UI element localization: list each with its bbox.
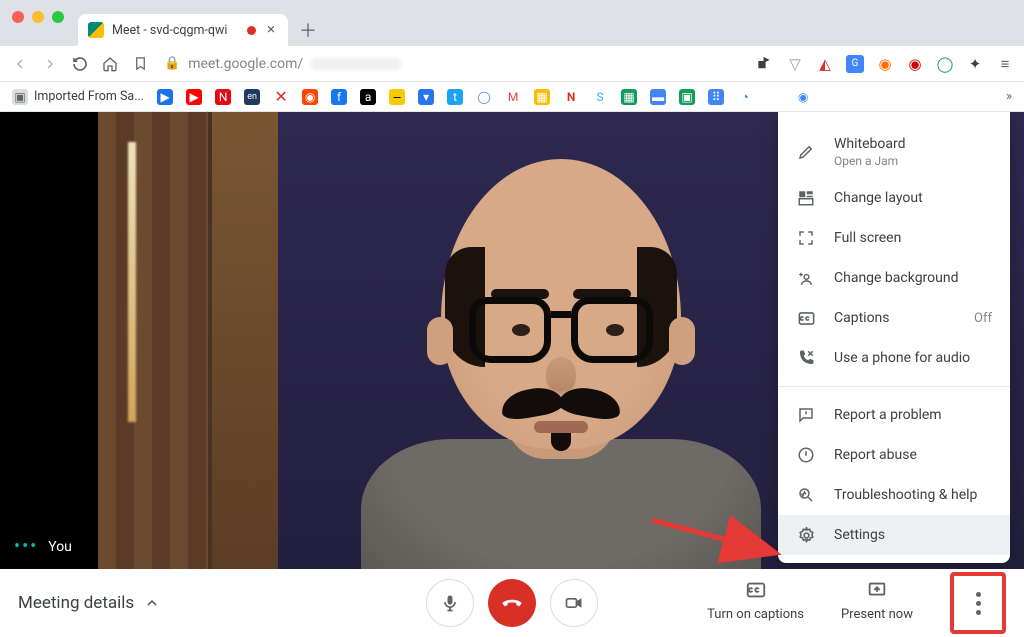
menu-captions[interactable]: Captions Off [778,298,1010,338]
bookmarks-bar: ▣ Imported From Sa... ▶ ▶ N en ✕ ◉ f a ⎯… [0,82,1024,112]
bookmark-icon[interactable]: G [766,89,782,105]
ext-orange-icon[interactable]: ◉ [876,55,894,73]
bookmark-icon[interactable]: ▦ [534,89,550,105]
menu-full-screen[interactable]: Full screen [778,218,1010,258]
bookmark-icon[interactable]: ▦ [621,89,637,105]
browser-toolbar: 🔒 meet.google.com/ ■▶ ▽ ◭ G ◉ ◉ ◯ ✦ ≡ [0,46,1024,82]
bookmark-icon[interactable]: ▬ [650,89,666,105]
ext-warning-icon[interactable]: ◭ [816,55,834,73]
ext-green-icon[interactable]: ◯ [936,55,954,73]
leave-call-button[interactable] [488,579,536,627]
browser-menu-button[interactable]: ≡ [996,55,1014,73]
bookmark-icon[interactable]: ◯ [476,89,492,105]
sparkle-person-icon [796,268,816,288]
nav-back-button[interactable] [10,54,30,74]
bookmark-icon[interactable]: ⎯ [389,89,405,105]
menu-separator [778,386,1010,387]
ext-red-icon[interactable]: ◉ [906,55,924,73]
audio-activity-icon: ••• [14,543,38,551]
present-icon [865,578,889,602]
menu-whiteboard[interactable]: WhiteboardOpen a Jam [778,126,1010,178]
address-bar[interactable]: 🔒 meet.google.com/ [164,56,401,72]
phone-audio-icon [796,348,816,368]
window-traffic-lights[interactable] [12,11,64,23]
meet-favicon-icon [88,22,104,38]
new-tab-button[interactable]: ＋ [294,16,322,44]
browser-tab-active[interactable]: Meet - svd-cqgm-qwi × [78,14,288,46]
bookmark-overflow-button[interactable]: » [1006,89,1012,104]
bookmark-icon[interactable]: ◉ [302,89,318,105]
bookmark-icon[interactable]: a [360,89,376,105]
recording-indicator-icon [247,26,256,35]
troubleshoot-icon [796,485,816,505]
bookmark-icon[interactable]: S [592,89,608,105]
bookmark-folder[interactable]: ▣ Imported From Sa... [12,89,144,105]
fullscreen-icon [796,228,816,248]
nav-bookmark-button[interactable] [130,54,150,74]
bookmark-icon[interactable]: t [447,89,463,105]
menu-change-layout[interactable]: Change layout [778,178,1010,218]
self-label: ••• You [14,539,72,555]
bookmark-icon[interactable]: en [244,89,260,105]
extensions-button[interactable]: ✦ [966,55,984,73]
gear-icon [796,525,816,545]
window-close-icon[interactable] [12,11,24,23]
folder-icon: ▣ [12,89,28,105]
video-stage: ••• You WhiteboardOpen a Jam Change layo… [0,112,1024,569]
nav-forward-button[interactable] [40,54,60,74]
abuse-icon [796,445,816,465]
menu-troubleshoot[interactable]: Troubleshooting & help [778,475,1010,515]
nav-home-button[interactable] [100,54,120,74]
bookmark-icon[interactable]: ▾ [418,89,434,105]
chevron-up-icon [144,595,160,611]
nav-reload-button[interactable] [70,54,90,74]
bookmark-icon[interactable]: ▶ [157,89,173,105]
more-vert-icon [976,592,981,615]
menu-settings[interactable]: Settings [778,515,1010,555]
browser-tabstrip: Meet - svd-cqgm-qwi × ＋ [0,12,1024,46]
menu-report-abuse[interactable]: Report abuse [778,435,1010,475]
captions-state: Off [974,311,992,326]
menu-report-problem[interactable]: Report a problem [778,395,1010,435]
turn-on-captions-button[interactable]: Turn on captions [707,572,804,622]
more-options-menu: WhiteboardOpen a Jam Change layout Full … [778,112,1010,563]
more-options-button[interactable] [950,572,1006,634]
window-zoom-icon[interactable] [52,11,64,23]
present-now-button[interactable]: Present now [838,572,916,622]
tab-close-icon[interactable]: × [264,23,278,37]
bookmark-icon[interactable]: ▶ [186,89,202,105]
person-illustration [321,149,801,569]
window-minimize-icon[interactable] [32,11,44,23]
captions-icon [744,578,768,602]
menu-phone-audio[interactable]: Use a phone for audio [778,338,1010,378]
bookmark-icon[interactable]: ◉ [795,89,811,105]
bookmark-icon[interactable]: ▣ [679,89,695,105]
url-path-redacted [311,58,401,70]
bookmark-icon[interactable]: ⠿ [708,89,724,105]
bookmark-icon[interactable]: f [331,89,347,105]
brave-shields-icon[interactable]: ▽ [786,55,804,73]
menu-change-background[interactable]: Change background [778,258,1010,298]
camera-indicator-icon[interactable]: ■▶ [756,55,774,73]
feedback-icon [796,405,816,425]
pen-icon [796,142,816,162]
bookmark-icon[interactable]: N [215,89,231,105]
meeting-details-button[interactable]: Meeting details [18,593,160,613]
layout-icon [796,188,816,208]
lock-icon: 🔒 [164,56,180,71]
bookmark-icon[interactable]: ✕ [273,89,289,105]
bookmark-icon[interactable]: N [563,89,579,105]
url-host: meet.google.com/ [188,56,303,72]
meet-bottom-bar: Meeting details Turn on captions Present… [0,569,1024,637]
bookmark-icon[interactable]: ◔ [737,89,753,105]
tab-title: Meet - svd-cqgm-qwi [112,23,227,38]
captions-icon [796,308,816,328]
bookmark-icon[interactable]: M [505,89,521,105]
ext-translate-icon[interactable]: G [846,55,864,73]
mic-toggle-button[interactable] [426,579,474,627]
camera-toggle-button[interactable] [550,579,598,627]
